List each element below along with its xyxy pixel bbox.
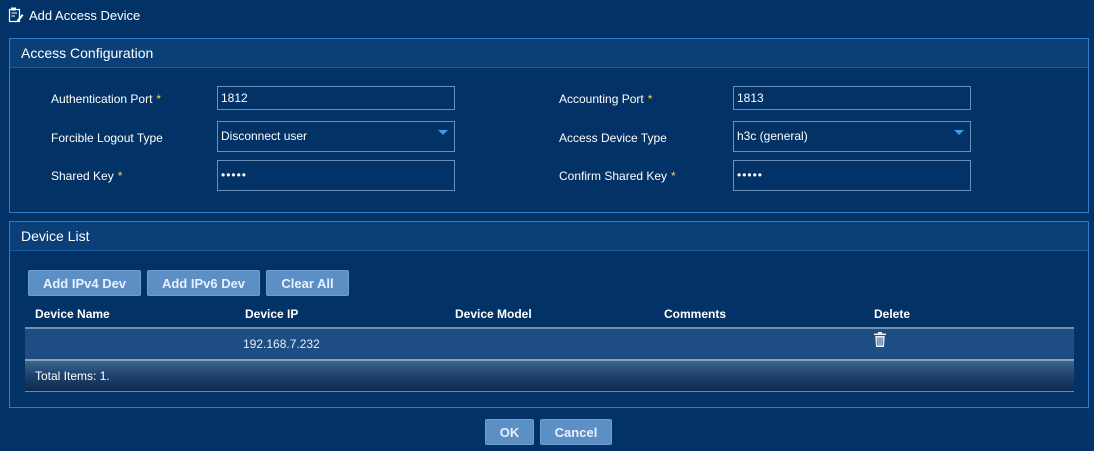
- confirm-key-label: Confirm Shared Key *: [559, 164, 676, 188]
- logout-type-value: Disconnect user: [221, 129, 308, 143]
- logout-type-select[interactable]: Disconnect user: [217, 121, 455, 152]
- shared-key-label-text: Shared Key: [51, 169, 114, 183]
- cell-device-ip: 192.168.7.232: [243, 337, 320, 351]
- table-row[interactable]: 192.168.7.232: [25, 329, 1074, 361]
- add-access-device-page: Add Access Device Access Configuration A…: [0, 0, 1094, 451]
- required-mark: *: [647, 92, 653, 106]
- logout-type-label: Forcible Logout Type: [51, 126, 163, 150]
- auth-port-label: Authentication Port *: [51, 87, 161, 111]
- acct-port-input[interactable]: [733, 86, 971, 110]
- device-list-panel: Device List Add IPv4 Dev Add IPv6 Dev Cl…: [9, 221, 1089, 408]
- cancel-button[interactable]: Cancel: [540, 419, 612, 445]
- auth-port-input[interactable]: [217, 86, 455, 110]
- dropdown-caret-icon: [954, 130, 964, 135]
- required-mark: *: [117, 169, 123, 183]
- add-ipv6-device-button[interactable]: Add IPv6 Dev: [147, 270, 260, 296]
- window-title: Add Access Device: [29, 7, 141, 23]
- device-list-header: Device List: [10, 222, 1088, 251]
- acct-port-label: Accounting Port *: [559, 87, 652, 111]
- shared-key-label: Shared Key *: [51, 164, 122, 188]
- trash-icon[interactable]: [874, 332, 886, 347]
- device-type-select[interactable]: h3c (general): [733, 121, 971, 152]
- column-header-device-name: Device Name: [35, 307, 110, 321]
- access-configuration-header: Access Configuration: [10, 39, 1088, 68]
- acct-port-label-text: Accounting Port: [559, 92, 644, 106]
- table-footer-total: Total Items: 1.: [25, 361, 1074, 392]
- edit-document-icon: [8, 7, 24, 23]
- shared-key-masked-value: •••••: [221, 168, 248, 182]
- access-configuration-panel: Access Configuration Authentication Port…: [9, 38, 1089, 213]
- required-mark: *: [156, 92, 162, 106]
- column-header-device-ip: Device IP: [245, 307, 299, 321]
- dropdown-caret-icon: [438, 130, 448, 135]
- auth-port-label-text: Authentication Port: [51, 92, 153, 106]
- add-ipv4-device-button[interactable]: Add IPv4 Dev: [28, 270, 141, 296]
- column-header-device-model: Device Model: [455, 307, 532, 321]
- shared-key-input[interactable]: •••••: [217, 160, 455, 191]
- window-title-bar: Add Access Device: [8, 6, 140, 24]
- device-table: Device Name Device IP Device Model Comme…: [25, 302, 1074, 392]
- column-header-comments: Comments: [664, 307, 727, 321]
- clear-all-button[interactable]: Clear All: [266, 270, 349, 296]
- confirm-key-masked-value: •••••: [737, 168, 764, 182]
- device-type-label-text: Access Device Type: [559, 131, 667, 145]
- device-type-label: Access Device Type: [559, 126, 667, 150]
- required-mark: *: [671, 169, 676, 183]
- confirm-key-label-text: Confirm Shared Key: [559, 169, 668, 183]
- device-type-value: h3c (general): [737, 129, 808, 143]
- logout-type-label-text: Forcible Logout Type: [51, 131, 163, 145]
- confirm-key-input[interactable]: •••••: [733, 160, 971, 191]
- ok-button[interactable]: OK: [485, 419, 534, 445]
- column-header-delete: Delete: [874, 307, 911, 321]
- table-header-row: Device Name Device IP Device Model Comme…: [25, 302, 1074, 329]
